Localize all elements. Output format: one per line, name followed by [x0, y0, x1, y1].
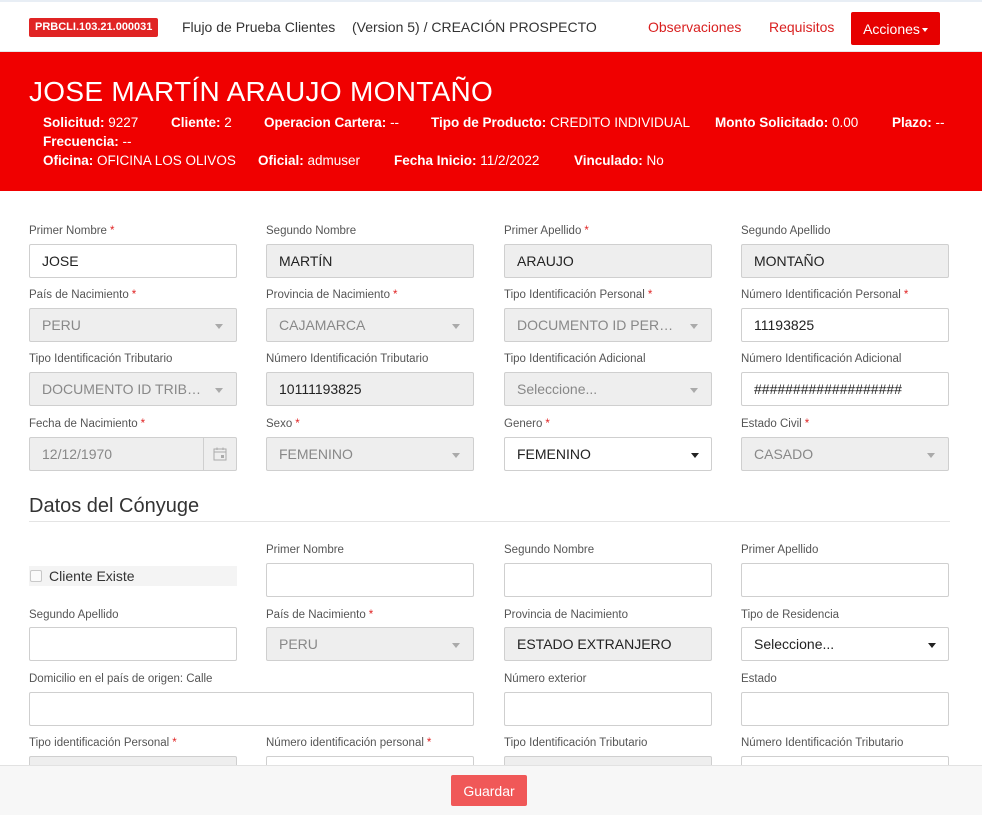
info-monto-solicitado: Monto Solicitado: 0.00 [715, 115, 859, 130]
provincia-nacimiento-select[interactable]: CAJAMARCA [266, 308, 474, 342]
conyuge-segundo-apellido-input[interactable] [29, 627, 237, 661]
estado-label: Estado [741, 673, 777, 685]
numero-id-tributario-input[interactable]: 10111193825 [266, 372, 474, 406]
segundo-nombre-input[interactable]: MARTÍN [266, 244, 474, 278]
estado-input[interactable] [741, 692, 949, 726]
client-header: JOSE MARTÍN ARAUJO MONTAÑO Solicitud: 92… [0, 52, 982, 191]
sexo-select[interactable]: FEMENINO [266, 437, 474, 471]
numero-id-personal-label: Número Identificación Personal * [741, 289, 909, 301]
numero-id-adicional-input[interactable]: ################### [741, 372, 949, 406]
estado-civil-select[interactable]: CASADO [741, 437, 949, 471]
domicilio-label: Domicilio en el país de origen: Calle [29, 673, 213, 685]
tipo-id-personal-label: Tipo Identificación Personal * [504, 289, 653, 301]
requisitos-link[interactable]: Requisitos [769, 18, 834, 37]
genero-select[interactable]: FEMENINO [504, 437, 712, 471]
caret-down-icon [921, 27, 928, 32]
top-bar: PRBCLI.103.21.000031 Flujo de Prueba Cli… [0, 0, 982, 52]
section-divider [29, 521, 950, 522]
numero-id-personal-input[interactable]: 11193825 [741, 308, 949, 342]
provincia-nacimiento-label: Provincia de Nacimiento * [266, 289, 398, 301]
info-cliente: Cliente: 2 [171, 115, 232, 130]
segundo-nombre-label: Segundo Nombre [266, 225, 357, 237]
footer-bar: Guardar [0, 765, 982, 815]
tipo-id-tributario-label: Tipo Identificación Tributario [29, 353, 173, 365]
sexo-label: Sexo * [266, 418, 300, 430]
conyuge-provincia-nacimiento-input[interactable]: ESTADO EXTRANJERO [504, 627, 712, 661]
calendar-icon[interactable] [203, 438, 236, 470]
numero-id-adicional-label: Número Identificación Adicional [741, 353, 902, 365]
fecha-nacimiento-input[interactable]: 12/12/1970 [29, 437, 237, 471]
info-plazo: Plazo: -- [892, 115, 945, 130]
cliente-existe-checkbox-row[interactable]: Cliente Existe [29, 566, 237, 586]
segundo-apellido-input[interactable]: MONTAÑO [741, 244, 949, 278]
flow-version: (Version 5) / CREACIÓN PROSPECTO [352, 19, 597, 35]
info-vinculado: Vinculado: No [574, 153, 664, 168]
fecha-nacimiento-value: 12/12/1970 [42, 446, 113, 462]
conyuge-tipo-id-personal-label: Tipo identificación Personal * [29, 737, 177, 749]
observaciones-link[interactable]: Observaciones [648, 18, 741, 37]
guardar-button[interactable]: Guardar [451, 775, 527, 806]
numero-exterior-label: Número exterior [504, 673, 587, 685]
flow-code-badge: PRBCLI.103.21.000031 [29, 18, 159, 37]
conyuge-primer-apellido-input[interactable] [741, 563, 949, 597]
primer-nombre-input[interactable]: JOSE [29, 244, 237, 278]
info-operacion-cartera: Operacion Cartera: -- [264, 115, 400, 130]
tipo-residencia-select[interactable]: Seleccione... [741, 627, 949, 661]
conyuge-numero-id-personal-label: Número identificación personal * [266, 737, 432, 749]
genero-label: Genero * [504, 418, 550, 430]
tipo-id-adicional-select[interactable]: Seleccione... [504, 372, 712, 406]
info-tipo-producto: Tipo de Producto: CREDITO INDIVIDUAL [431, 115, 691, 130]
numero-exterior-input[interactable] [504, 692, 712, 726]
pais-nacimiento-label: País de Nacimiento * [29, 289, 137, 301]
conyuge-primer-nombre-label: Primer Nombre [266, 544, 344, 556]
info-oficial: Oficial: admuser [258, 153, 361, 168]
tipo-id-tributario-select[interactable]: DOCUMENTO ID TRIBUTARIO [29, 372, 237, 406]
pais-nacimiento-select[interactable]: PERU [29, 308, 237, 342]
conyuge-segundo-nombre-input[interactable] [504, 563, 712, 597]
cliente-existe-checkbox[interactable] [30, 570, 42, 582]
segundo-apellido-label: Segundo Apellido [741, 225, 831, 237]
conyuge-primer-apellido-label: Primer Apellido [741, 544, 819, 556]
tipo-id-adicional-label: Tipo Identificación Adicional [504, 353, 646, 365]
client-name: JOSE MARTÍN ARAUJO MONTAÑO [29, 76, 494, 107]
estado-civil-label: Estado Civil * [741, 418, 810, 430]
info-oficina: Oficina: OFICINA LOS OLIVOS [43, 153, 236, 168]
numero-id-tributario-label: Número Identificación Tributario [266, 353, 429, 365]
info-frecuencia: Frecuencia: -- [43, 134, 132, 149]
acciones-label: Acciones [863, 20, 920, 37]
primer-apellido-input[interactable]: ARAUJO [504, 244, 712, 278]
conyuge-pais-nacimiento-select[interactable]: PERU [266, 627, 474, 661]
conyuge-primer-nombre-input[interactable] [266, 563, 474, 597]
flow-title: Flujo de Prueba Clientes [182, 19, 336, 35]
domicilio-input[interactable] [29, 692, 474, 726]
fecha-nacimiento-label: Fecha de Nacimiento * [29, 418, 146, 430]
acciones-button[interactable]: Acciones [851, 12, 940, 45]
conyuge-provincia-nacimiento-label: Provincia de Nacimiento [504, 609, 629, 621]
primer-nombre-label: Primer Nombre * [29, 225, 115, 237]
tipo-id-personal-select[interactable]: DOCUMENTO ID PERSONAL [504, 308, 712, 342]
info-solicitud: Solicitud: 9227 [43, 115, 139, 130]
cliente-existe-label: Cliente Existe [49, 568, 135, 584]
conyuge-numero-id-tributario-label: Número Identificación Tributario [741, 737, 904, 749]
conyuge-segundo-apellido-label: Segundo Apellido [29, 609, 119, 621]
conyuge-tipo-id-tributario-label: Tipo Identificación Tributario [504, 737, 648, 749]
conyuge-section-title: Datos del Cónyuge [29, 495, 200, 517]
conyuge-pais-nacimiento-label: País de Nacimiento * [266, 609, 374, 621]
tipo-residencia-label: Tipo de Residencia [741, 609, 840, 621]
info-fecha-inicio: Fecha Inicio: 11/2/2022 [394, 153, 540, 168]
conyuge-segundo-nombre-label: Segundo Nombre [504, 544, 595, 556]
primer-apellido-label: Primer Apellido * [504, 225, 589, 237]
